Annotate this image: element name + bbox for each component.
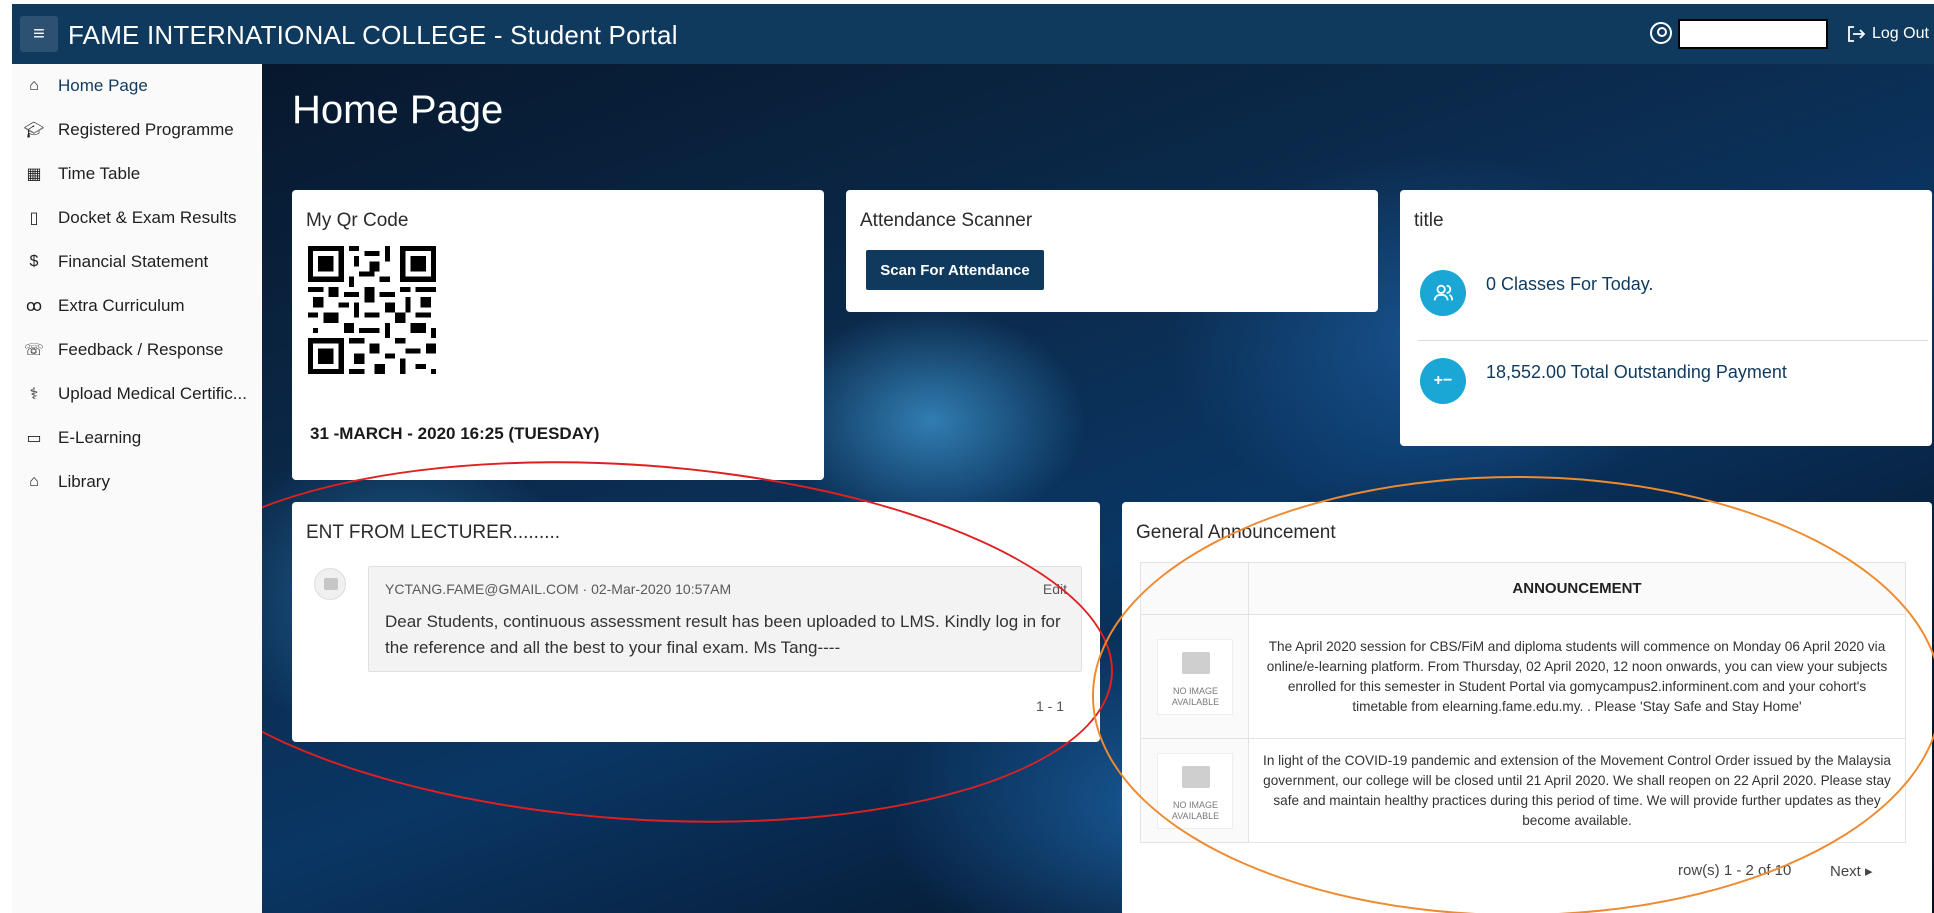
sidebar-item-label: E-Learning [58, 428, 142, 447]
sidebar-item-e-learning[interactable]: ▭ E-Learning [12, 416, 262, 460]
main-content: Home Page My Qr Code 31 -MARCH - 2020 16… [262, 64, 1934, 913]
comment-body: Dear Students, continuous assessment res… [385, 612, 1061, 657]
summary-divider [1418, 340, 1928, 341]
general-announcement-card: General Announcement ANNOUNCEMENT NO IMA… [1122, 502, 1932, 913]
next-page-link[interactable]: Next ▸ [1830, 862, 1873, 880]
announcement-thumbnail: NO IMAGE AVAILABLE [1140, 738, 1249, 843]
comments-pager: 1 - 1 [1035, 698, 1064, 714]
sidebar-item-feedback-response[interactable]: ☏ Feedback / Response [12, 328, 262, 372]
page-title: Home Page [292, 88, 504, 132]
announcement-text: In light of the COVID-19 pandemic and ex… [1248, 738, 1906, 843]
clipboard-icon: ▯ [29, 210, 39, 227]
summary-card: title 0 Classes For Today. +− 18,552.00 … [1400, 190, 1932, 446]
attendance-scanner-card: Attendance Scanner Scan For Attendance [846, 190, 1378, 312]
no-image-placeholder: NO IMAGE AVAILABLE [1156, 752, 1233, 829]
comments-card-title: ENT FROM LECTURER......... [306, 522, 561, 543]
classes-today-text: 0 Classes For Today. [1486, 274, 1654, 294]
announcement-pager: row(s) 1 - 2 of 10 [1678, 862, 1792, 879]
table-header-row: ANNOUNCEMENT [1140, 562, 1906, 615]
book-icon: ▭ [26, 430, 42, 447]
avatar [314, 568, 346, 600]
qr-card-title: My Qr Code [306, 210, 409, 231]
table-row[interactable]: NO IMAGE AVAILABLE The April 2020 sessio… [1140, 614, 1906, 739]
sidebar-item-label: Upload Medical Certific... [58, 384, 247, 403]
comment-edit-link[interactable]: Edit [1043, 581, 1067, 597]
bicycle-icon: ꝏ [25, 298, 43, 315]
sidebar-item-label: Time Table [58, 164, 141, 183]
user-circle-icon[interactable] [1650, 22, 1672, 44]
sidebar-item-label: Extra Curriculum [58, 296, 185, 315]
app-title: FAME INTERNATIONAL COLLEGE - Student Por… [68, 20, 678, 50]
announcement-table: ANNOUNCEMENT NO IMAGE AVAILABLE The Apri… [1140, 562, 1906, 843]
plus-minus-icon: +− [1420, 358, 1466, 404]
attendance-card-title: Attendance Scanner [860, 210, 1033, 231]
sidebar-item-extra-curriculum[interactable]: ꝏ Extra Curriculum [12, 284, 262, 328]
sidebar-item-upload-medical-certificate[interactable]: ⚕ Upload Medical Certific... [12, 372, 262, 416]
calendar-icon: ▦ [26, 166, 42, 183]
outstanding-payment-row[interactable]: +− 18,552.00 Total Outstanding Payment [1400, 346, 1910, 416]
no-image-text: NO IMAGE AVAILABLE [1171, 685, 1220, 707]
thumb-column-header [1140, 562, 1249, 615]
logout-arrow-icon [1846, 25, 1866, 43]
qr-datetime: 31 -MARCH - 2020 16:25 (TUESDAY) [310, 424, 600, 443]
sidebar: ⌂ Home Page 🎓︎ Registered Programme ▦ Ti… [12, 64, 262, 913]
announcement-column-header[interactable]: ANNOUNCEMENT [1248, 562, 1906, 615]
table-row[interactable]: NO IMAGE AVAILABLE In light of the COVID… [1140, 738, 1906, 843]
image-placeholder-icon [1181, 765, 1210, 788]
sidebar-item-docket-exam-results[interactable]: ▯ Docket & Exam Results [12, 196, 262, 240]
dollar-icon: $ [29, 253, 39, 270]
sidebar-item-home-page[interactable]: ⌂ Home Page [12, 64, 262, 108]
hamburger-icon[interactable]: ≡ [20, 16, 58, 52]
library-icon: ⌂ [29, 473, 39, 490]
comment-item: YCTANG.FAME@GMAIL.COM · 02-Mar-2020 10:5… [368, 566, 1082, 672]
sidebar-item-label: Registered Programme [58, 120, 234, 139]
qr-code-image [308, 246, 436, 374]
comment-meta: YCTANG.FAME@GMAIL.COM · 02-Mar-2020 10:5… [385, 581, 732, 597]
no-image-placeholder: NO IMAGE AVAILABLE [1156, 638, 1233, 715]
sidebar-item-registered-programme[interactable]: 🎓︎ Registered Programme [12, 108, 262, 152]
feedback-icon: ☏ [23, 342, 44, 359]
announcement-thumbnail: NO IMAGE AVAILABLE [1140, 614, 1249, 739]
people-icon [1420, 270, 1466, 316]
sidebar-item-label: Financial Statement [58, 252, 209, 271]
logout-label: Log Out [1872, 25, 1929, 42]
outstanding-payment-text: 18,552.00 Total Outstanding Payment [1486, 362, 1787, 382]
summary-card-title: title [1414, 210, 1444, 231]
sidebar-item-financial-statement[interactable]: $ Financial Statement [12, 240, 262, 284]
scan-for-attendance-button[interactable]: Scan For Attendance [866, 250, 1044, 290]
announcement-card-title: General Announcement [1136, 522, 1336, 543]
no-image-text: NO IMAGE AVAILABLE [1171, 799, 1220, 821]
user-name-redacted [1678, 19, 1828, 49]
logout-button[interactable]: Log Out [1846, 22, 1929, 46]
announcement-text: The April 2020 session for CBS/FiM and d… [1248, 614, 1906, 739]
sidebar-item-library[interactable]: ⌂ Library [12, 460, 262, 504]
sidebar-item-time-table[interactable]: ▦ Time Table [12, 152, 262, 196]
classes-today-row[interactable]: 0 Classes For Today. [1400, 258, 1910, 328]
lecturer-comments-card: ENT FROM LECTURER......... YCTANG.FAME@G… [292, 502, 1100, 742]
sidebar-item-label: Docket & Exam Results [58, 208, 237, 227]
home-icon: ⌂ [29, 77, 39, 94]
top-bar: ≡ FAME INTERNATIONAL COLLEGE - Student P… [12, 4, 1934, 64]
stethoscope-icon: ⚕ [29, 386, 39, 403]
graduate-icon: 🎓︎ [23, 122, 45, 139]
portal-window: ≡ FAME INTERNATIONAL COLLEGE - Student P… [12, 4, 1934, 913]
sidebar-item-label: Feedback / Response [58, 340, 224, 359]
image-placeholder-icon [1181, 651, 1210, 674]
qr-code-card: My Qr Code 31 -MARCH - 2020 16:25 (TUESD… [292, 190, 824, 480]
sidebar-item-label: Library [58, 472, 110, 491]
sidebar-item-label: Home Page [58, 76, 148, 95]
